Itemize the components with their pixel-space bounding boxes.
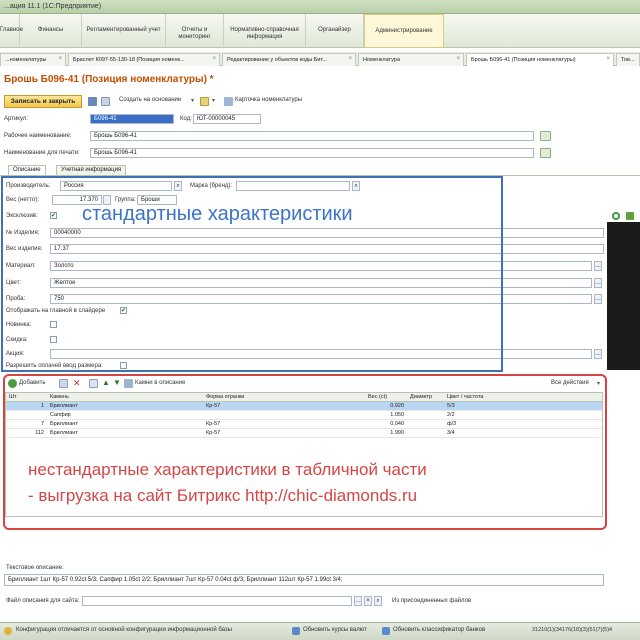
window-title: ...ация 11.1 (1С:Предприятие) <box>4 3 102 10</box>
more-button[interactable]: … <box>594 278 602 288</box>
more-button[interactable]: … <box>594 349 602 359</box>
doc-tab-label: Редактирование у объектов коды Бит... <box>227 57 327 63</box>
work-name-label: Рабочее наименование: <box>4 133 72 139</box>
from-attached-files-link[interactable]: Из присоединенных файлов <box>392 598 471 604</box>
doc-tab-6[interactable]: Тов... <box>616 53 640 66</box>
more-button[interactable]: … <box>594 294 602 304</box>
code-label: Код: <box>180 116 192 122</box>
close-icon[interactable]: × <box>606 56 610 62</box>
section-administration[interactable]: Администрирование <box>364 14 444 48</box>
doc-tab-label: Номенклатура <box>363 57 400 63</box>
status-bar: Конфигурация отличается от основной конф… <box>0 622 640 640</box>
warning-icon <box>4 627 12 635</box>
form-title: Брошь Б096-41 (Позиция номенклатуры) * <box>4 74 214 85</box>
more-button[interactable]: … <box>354 596 362 606</box>
section-main[interactable]: Главное <box>0 14 23 48</box>
document-icon[interactable] <box>101 97 110 106</box>
work-name-field[interactable]: Брошь Б096-41 <box>90 131 534 141</box>
config-message[interactable]: Конфигурация отличается от основной конф… <box>16 627 232 633</box>
translate-icon[interactable] <box>540 131 551 141</box>
close-icon[interactable]: × <box>212 56 216 62</box>
save-icon[interactable] <box>88 97 97 106</box>
edit-icon[interactable] <box>626 212 634 220</box>
close-icon[interactable]: × <box>456 56 460 62</box>
doc-tab-4[interactable]: Номенклатура × <box>358 53 464 66</box>
window-titlebar: ...ация 11.1 (1С:Предприятие) <box>0 0 640 14</box>
file-description-label: Файл описания для сайта: <box>6 598 80 604</box>
create-based-on-button[interactable]: Создать на основании <box>119 97 181 103</box>
doc-tab-label: Брошь Б096-41 (Позиция номенклатуры) <box>471 57 576 63</box>
open-icon[interactable]: ⌕ <box>374 596 382 606</box>
card-icon <box>224 97 233 106</box>
save-and-close-button[interactable]: Записать и закрыть <box>4 95 82 108</box>
add-image-icon[interactable] <box>612 212 620 220</box>
refresh-icon <box>292 627 300 635</box>
tab-description[interactable]: Описание <box>8 165 46 175</box>
section-organizer[interactable]: Органайзер <box>306 14 364 48</box>
nonstandard-annotation-line1: нестандартные характеристики в табличной… <box>28 460 427 479</box>
tab-accounting-info[interactable]: Учетная информация <box>56 165 127 175</box>
status-counter: 31210(1)(34176(18)(3)(51(7)(5)4 <box>532 627 613 633</box>
section-regulated-accounting[interactable]: Регламентированный учет <box>82 14 166 48</box>
nonstandard-characteristics-frame <box>3 374 607 530</box>
file-description-field[interactable] <box>82 596 352 606</box>
update-banks-link[interactable]: Обновить классификатор банков <box>393 627 485 633</box>
standard-characteristics-annotation: стандартные характеристики <box>82 203 353 225</box>
nonstandard-annotation-line2: - выгрузка на сайт Битрикс http://chic-d… <box>28 486 418 505</box>
article-field[interactable]: Б096-41 <box>90 114 174 124</box>
close-icon[interactable]: × <box>58 56 62 62</box>
doc-tab-3[interactable]: Редактирование у объектов коды Бит... × <box>222 53 356 66</box>
refresh-icon <box>382 627 390 635</box>
document-tabs: ...номенклатуры × Браслет К097-55-130-18 … <box>0 52 640 66</box>
article-label: Артикул: <box>4 116 29 122</box>
section-reference-info[interactable]: Нормативно-справочная информация <box>224 14 306 48</box>
sections-panel: Главное Финансы Регламентированный учет … <box>0 14 640 48</box>
section-reports[interactable]: Отчеты и мониторинг <box>166 14 224 48</box>
doc-tab-label: Тов... <box>621 57 635 63</box>
item-card-link[interactable]: Карточка номенклатуры <box>235 97 302 103</box>
item-image <box>607 222 640 370</box>
text-description-label: Текстовое описание: <box>6 565 64 571</box>
clear-icon[interactable]: × <box>364 596 372 606</box>
update-rates-link[interactable]: Обновить курсы валют <box>303 627 367 633</box>
doc-tab-1[interactable]: ...номенклатуры × <box>0 53 66 66</box>
doc-tab-2[interactable]: Браслет К097-55-130-18 (Позиция номенк..… <box>68 53 220 66</box>
print-name-field[interactable]: Брошь Б096-41 <box>90 148 534 158</box>
form-toolbar: Записать и закрыть Создать на основании … <box>0 95 640 109</box>
doc-tab-label: Браслет К097-55-130-18 (Позиция номенк..… <box>73 57 185 63</box>
code-field[interactable]: ЮТ-00000045 <box>193 114 261 124</box>
print-icon[interactable] <box>200 97 209 106</box>
close-icon[interactable]: × <box>348 56 352 62</box>
text-description-field[interactable]: Бриллиант 1шт Кр-57 0.92ct 5/3; Сапфир 1… <box>4 574 604 586</box>
translate-icon[interactable] <box>540 148 551 158</box>
doc-tab-5[interactable]: Брошь Б096-41 (Позиция номенклатуры) × <box>466 53 614 66</box>
print-name-label: Наименование для печати: <box>4 150 80 156</box>
doc-tab-label: ...номенклатуры <box>5 57 47 63</box>
more-button[interactable]: … <box>594 261 602 271</box>
section-finance[interactable]: Финансы <box>20 14 82 48</box>
